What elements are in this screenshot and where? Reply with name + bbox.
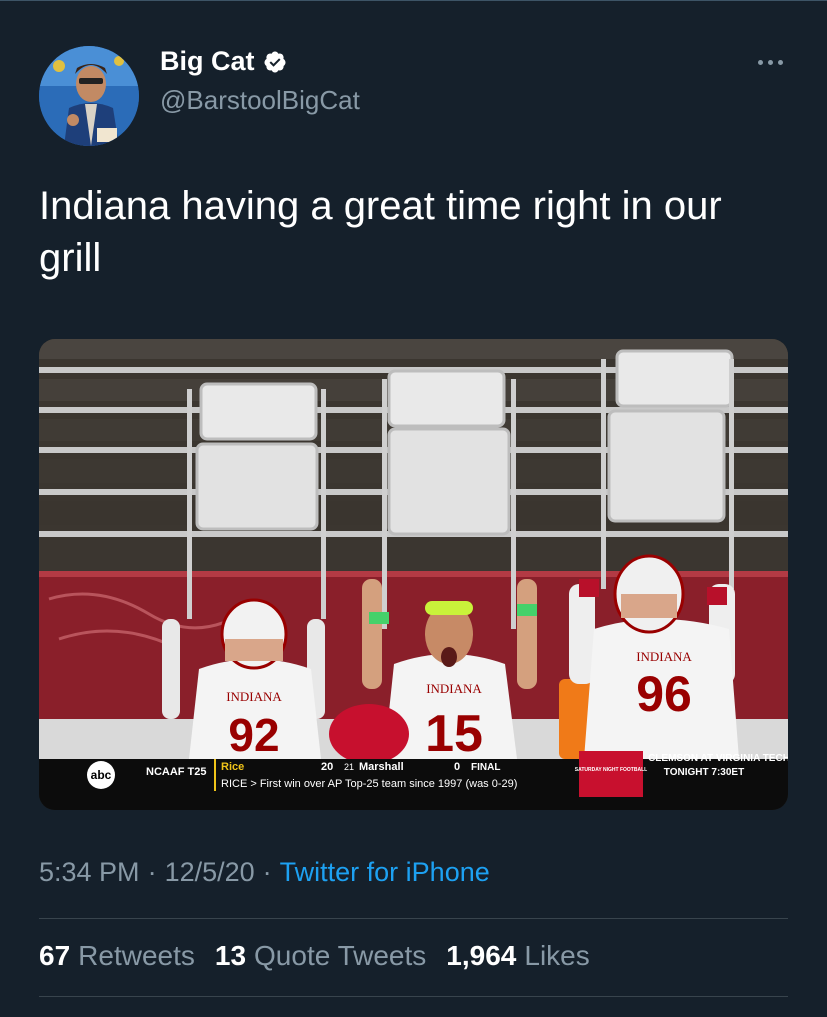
scorebug-team2: Marshall [359,761,404,773]
author-handle[interactable]: @BarstoolBigCat [160,85,360,116]
scorebug-team2-score: 0 [454,761,460,773]
top-divider [0,0,827,1]
tweet-time[interactable]: 5:34 PM [39,857,140,888]
retweets-stat[interactable]: 67 Retweets [39,940,195,972]
player-96-number: 96 [636,666,692,722]
scorebug-ticker: RICE > First win over AP Top-25 team sin… [221,778,517,790]
scorebug-league: NCAAF T25 [146,766,207,778]
likes-count: 1,964 [446,940,517,971]
scorebug: abc NCAAF T25 Rice 20 21 Marshall 0 FINA… [39,751,788,810]
meta-separator: · [147,857,157,887]
player-96-school: INDIANA [636,649,692,664]
scorebug-team1: Rice [221,761,244,773]
meta-separator-2: · [262,857,272,887]
player-15-number: 15 [425,705,483,763]
more-dots-icon[interactable] [752,50,788,74]
author-name-row[interactable]: Big Cat [160,46,287,77]
player-15-school: INDIANA [426,681,482,696]
likes-label: Likes [524,940,590,971]
player-96: INDIANA 96 [569,554,739,759]
tweet-text: Indiana having a great time right in our… [39,184,722,280]
player-92-number: 92 [228,709,279,761]
avatar[interactable] [39,46,139,146]
player-92-school: INDIANA [226,689,282,704]
promo-line2: TONIGHT 7:30ET [664,767,744,778]
network-logo: abc [91,768,112,782]
scorebug-team2-rank: 21 [344,762,354,772]
tweet-source-link[interactable]: Twitter for iPhone [280,857,490,888]
promo-line1: CLEMSON AT VIRGINIA TECH [648,753,788,764]
quote-tweets-label: Quote Tweets [254,940,427,971]
scorebug-team1-score: 20 [321,761,333,773]
scorebug-status: FINAL [471,762,500,773]
tweet-meta: 5:34 PM · 12/5/20 · Twitter for iPhone [39,857,490,888]
divider [39,996,788,997]
photo-scene: INDIANA 92 INDIANA 15 INDIANA 96 abc NCA… [39,339,788,810]
retweets-count: 67 [39,940,71,971]
quote-tweets-stat[interactable]: 13 Quote Tweets [215,940,426,972]
display-name[interactable]: Big Cat [160,46,255,77]
verified-badge-icon [263,51,285,72]
promo-left: SATURDAY NIGHT FOOTBALL [575,767,647,773]
likes-stat[interactable]: 1,964 Likes [446,940,589,972]
tweet-date[interactable]: 12/5/20 [165,857,255,888]
engagement-stats: 67 Retweets 13 Quote Tweets 1,964 Likes [39,940,590,972]
retweets-label: Retweets [78,940,195,971]
avatar-photo [39,46,139,146]
divider [39,918,788,919]
tweet-photo[interactable]: INDIANA 92 INDIANA 15 INDIANA 96 abc NCA… [39,339,788,810]
quote-tweets-count: 13 [214,940,247,971]
